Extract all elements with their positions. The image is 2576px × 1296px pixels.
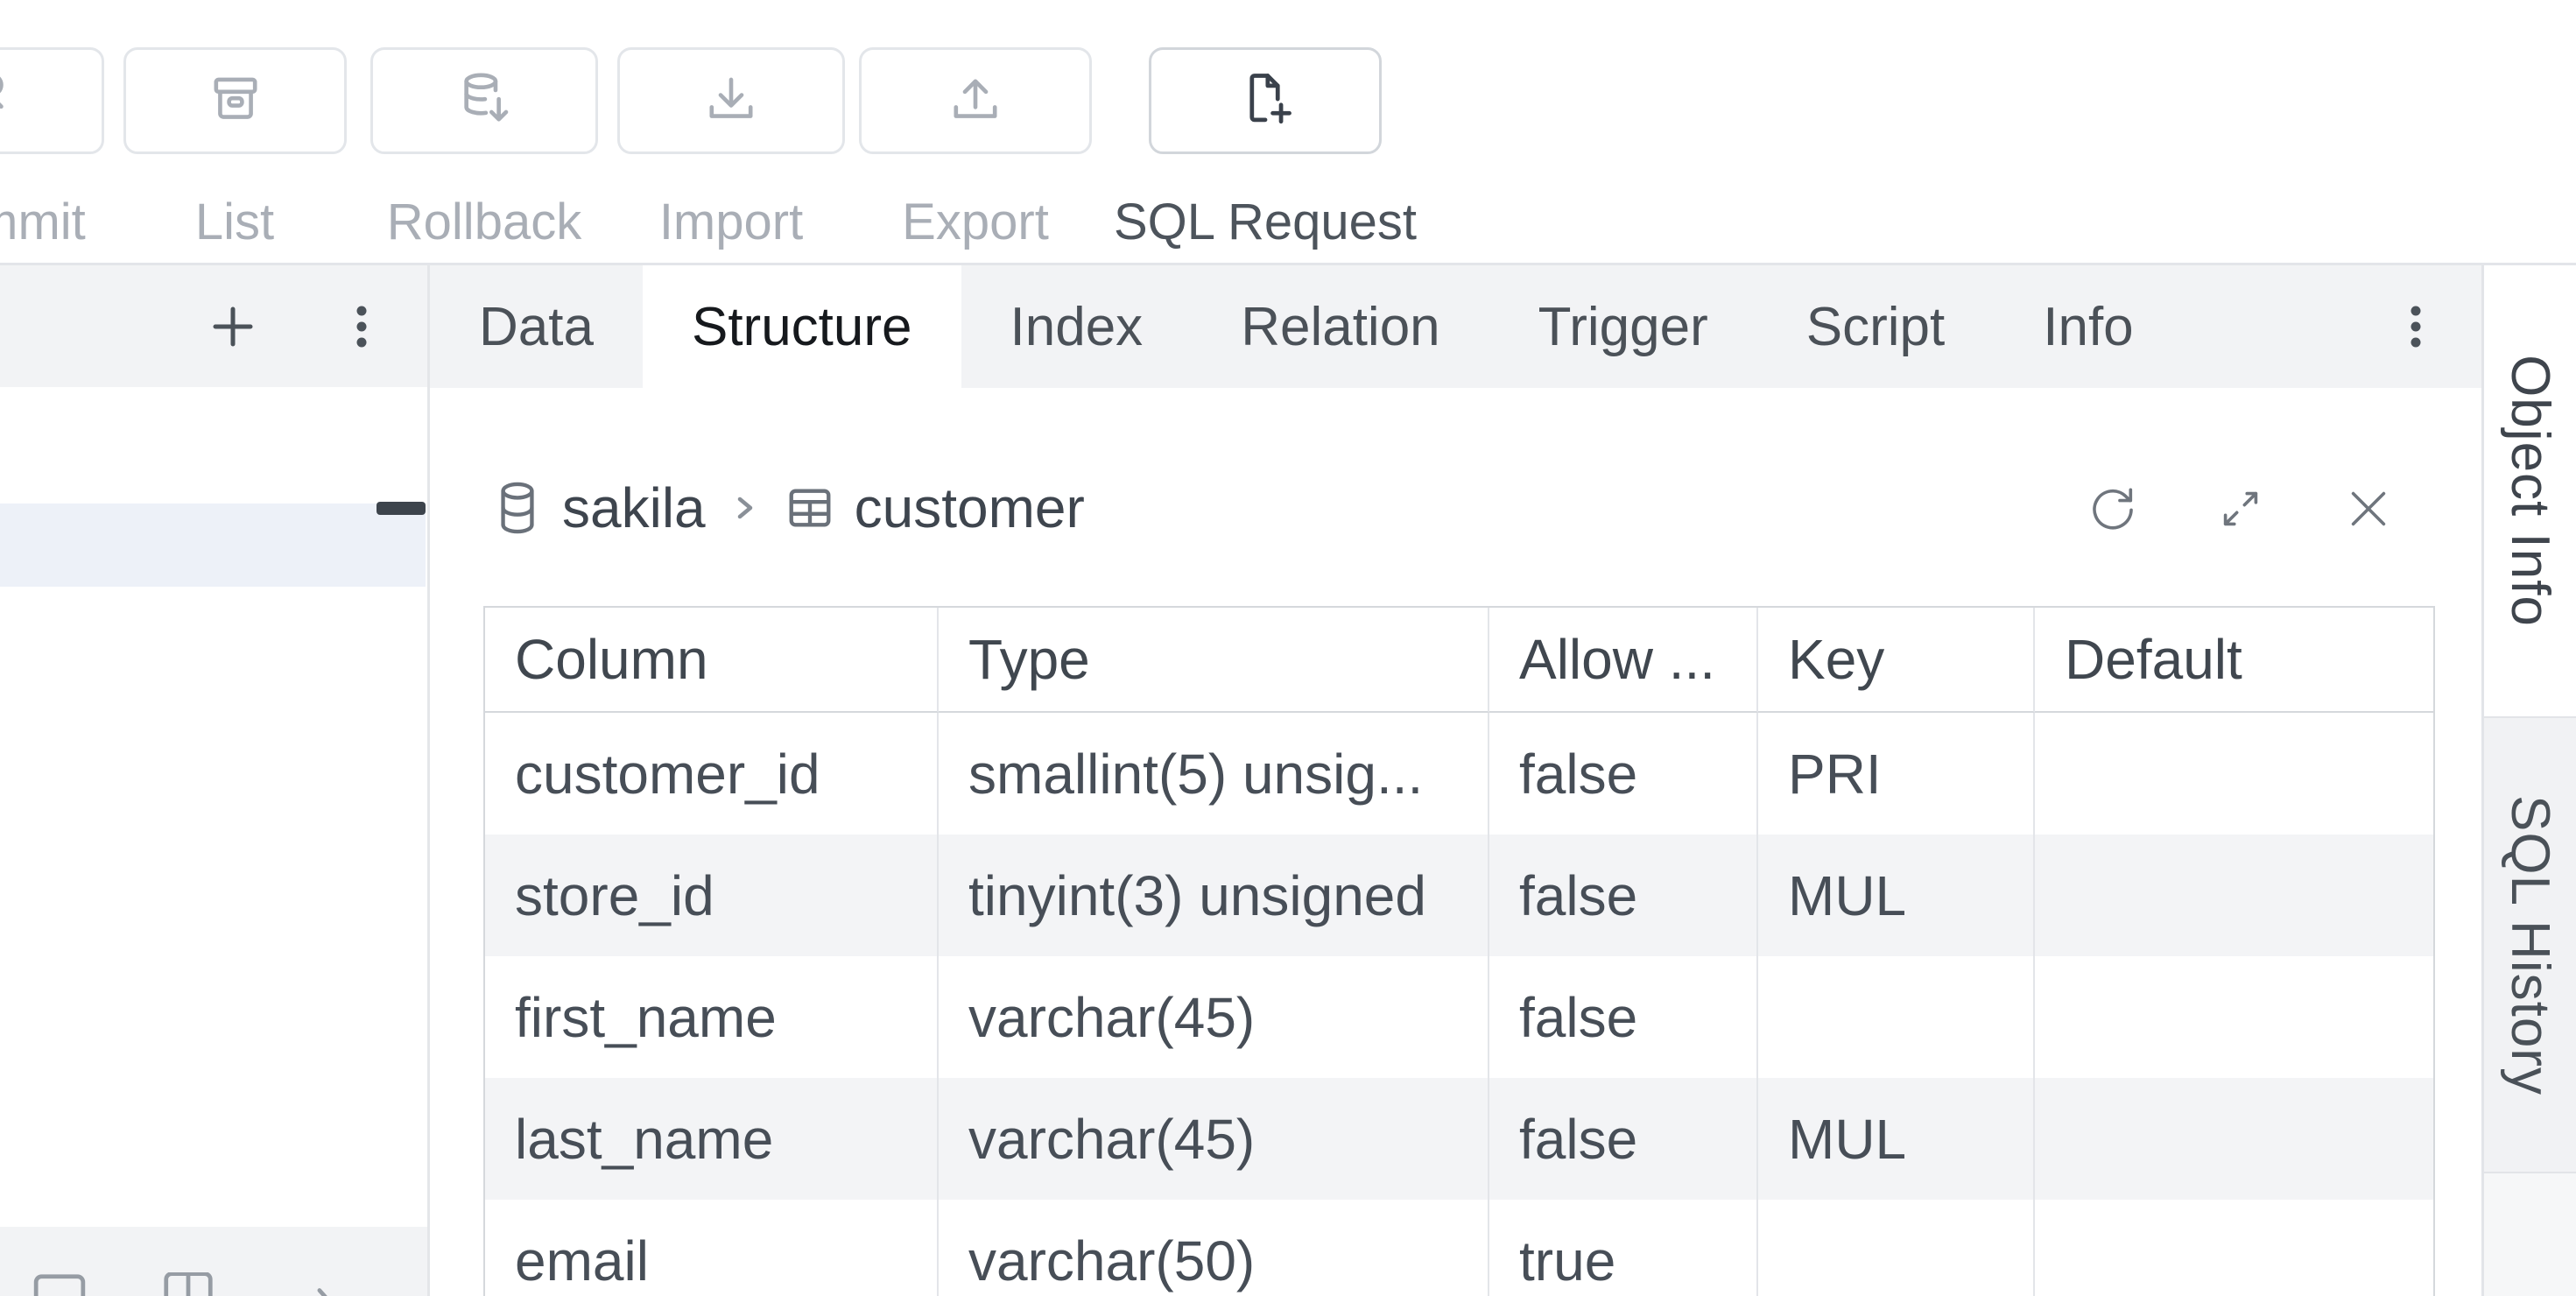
table-row: email varchar(50) true <box>485 1200 2433 1296</box>
tabs-more-icon[interactable] <box>2406 306 2425 348</box>
sql-history-label: SQL History <box>2499 795 2561 1095</box>
table-cell[interactable]: last_name <box>485 1078 939 1200</box>
import-button[interactable] <box>617 47 845 154</box>
database-rollback-icon <box>452 68 517 133</box>
chevron-right-icon <box>732 490 758 525</box>
add-connection-icon[interactable] <box>210 304 256 349</box>
breadcrumb-table[interactable]: customer <box>855 475 1085 540</box>
table-cell[interactable]: varchar(45) <box>939 956 1489 1078</box>
archive-box-icon <box>203 68 268 133</box>
list-button[interactable] <box>123 47 347 154</box>
table-cell[interactable]: false <box>1489 1078 1758 1200</box>
table-cell[interactable] <box>2035 1200 2433 1296</box>
table-icon <box>785 482 835 533</box>
export-button[interactable] <box>859 47 1092 154</box>
tab-relation[interactable]: Relation <box>1192 265 1489 388</box>
tab-object-info[interactable]: Object Info <box>2484 265 2576 716</box>
table-cell[interactable]: varchar(50) <box>939 1200 1489 1296</box>
table-row: first_name varchar(45) false <box>485 956 2433 1078</box>
new-sql-file-icon <box>1232 67 1299 134</box>
breadcrumb: sakila customer <box>492 473 1085 543</box>
table-cell[interactable]: true <box>1489 1200 1758 1296</box>
rollback-button[interactable] <box>370 47 598 154</box>
table-cell[interactable]: false <box>1489 956 1758 1078</box>
tab-script[interactable]: Script <box>1757 265 1994 388</box>
commit-icon <box>0 67 25 134</box>
table-cell[interactable]: smallint(5) unsig... <box>939 713 1489 835</box>
redo-arrow-icon[interactable] <box>285 1272 341 1296</box>
tab-structure[interactable]: Structure <box>643 265 961 388</box>
table-view-tabs: Data Structure Index Relation Trigger Sc… <box>430 265 2481 388</box>
table-row: last_name varchar(45) false MUL <box>485 1078 2433 1200</box>
table-cell[interactable] <box>2035 713 2433 835</box>
close-icon[interactable] <box>2343 483 2394 534</box>
table-header-row: Column Type Allow ... Key Default <box>485 608 2433 713</box>
sql-request-button[interactable] <box>1149 47 1382 154</box>
tab-trigger[interactable]: Trigger <box>1489 265 1757 388</box>
table-cell[interactable] <box>2035 1078 2433 1200</box>
refresh-icon[interactable] <box>2087 483 2138 534</box>
table-row: customer_id smallint(5) unsig... false P… <box>485 713 2433 835</box>
breadcrumb-database[interactable]: sakila <box>562 475 706 540</box>
sidebar-more-icon[interactable] <box>342 306 381 348</box>
type-header: Type <box>939 608 1489 713</box>
sql-request-label: SQL Request <box>1114 194 1417 250</box>
table-cell[interactable]: MUL <box>1758 1078 2035 1200</box>
table-cell[interactable] <box>1758 956 2035 1078</box>
structure-table: Column Type Allow ... Key Default custom… <box>483 606 2435 1296</box>
commit-label: Commit <box>0 194 86 250</box>
allow-null-header: Allow ... <box>1489 608 1758 713</box>
table-cell[interactable] <box>2035 835 2433 956</box>
export-label: Export <box>902 194 1049 250</box>
column-header: Column <box>485 608 939 713</box>
tab-sql-history[interactable]: SQL History <box>2484 716 2576 1173</box>
sidebar-selected-item[interactable] <box>0 504 426 587</box>
tab-data[interactable]: Data <box>430 265 643 388</box>
key-header: Key <box>1758 608 2035 713</box>
import-label: Import <box>659 194 803 250</box>
table-cell[interactable]: false <box>1489 713 1758 835</box>
rollback-label: Rollback <box>387 194 581 250</box>
table-cell[interactable]: varchar(45) <box>939 1078 1489 1200</box>
sidebar-scrollbar-thumb[interactable] <box>377 502 426 515</box>
table-cell[interactable]: customer_id <box>485 713 939 835</box>
table-cell[interactable]: PRI <box>1758 713 2035 835</box>
table-cell[interactable]: MUL <box>1758 835 2035 956</box>
table-cell[interactable]: email <box>485 1200 939 1296</box>
expand-icon[interactable] <box>2215 483 2266 534</box>
table-cell[interactable]: tinyint(3) unsigned <box>939 835 1489 956</box>
default-header: Default <box>2035 608 2433 713</box>
table-cell[interactable]: store_id <box>485 835 939 956</box>
panel-layout-icon[interactable] <box>32 1272 88 1296</box>
panel-actions <box>2087 483 2394 534</box>
table-cell[interactable] <box>1758 1200 2035 1296</box>
tab-info[interactable]: Info <box>1994 265 2182 388</box>
table-cell[interactable]: false <box>1489 835 1758 956</box>
tab-index[interactable]: Index <box>961 265 1193 388</box>
database-icon <box>492 481 543 535</box>
list-label: List <box>195 194 274 250</box>
top-toolbar: Commit List Rollback Import Export SQL R… <box>0 0 2576 263</box>
commit-button[interactable] <box>0 47 104 154</box>
split-columns-icon[interactable] <box>160 1272 216 1296</box>
export-icon <box>943 68 1008 133</box>
table-cell[interactable] <box>2035 956 2433 1078</box>
table-cell[interactable]: first_name <box>485 956 939 1078</box>
import-icon <box>699 68 764 133</box>
table-row: store_id tinyint(3) unsigned false MUL <box>485 835 2433 956</box>
sidebar-divider[interactable] <box>427 265 430 1296</box>
app-window: Commit List Rollback Import Export SQL R… <box>0 0 2576 1296</box>
object-info-label: Object Info <box>2499 355 2561 627</box>
